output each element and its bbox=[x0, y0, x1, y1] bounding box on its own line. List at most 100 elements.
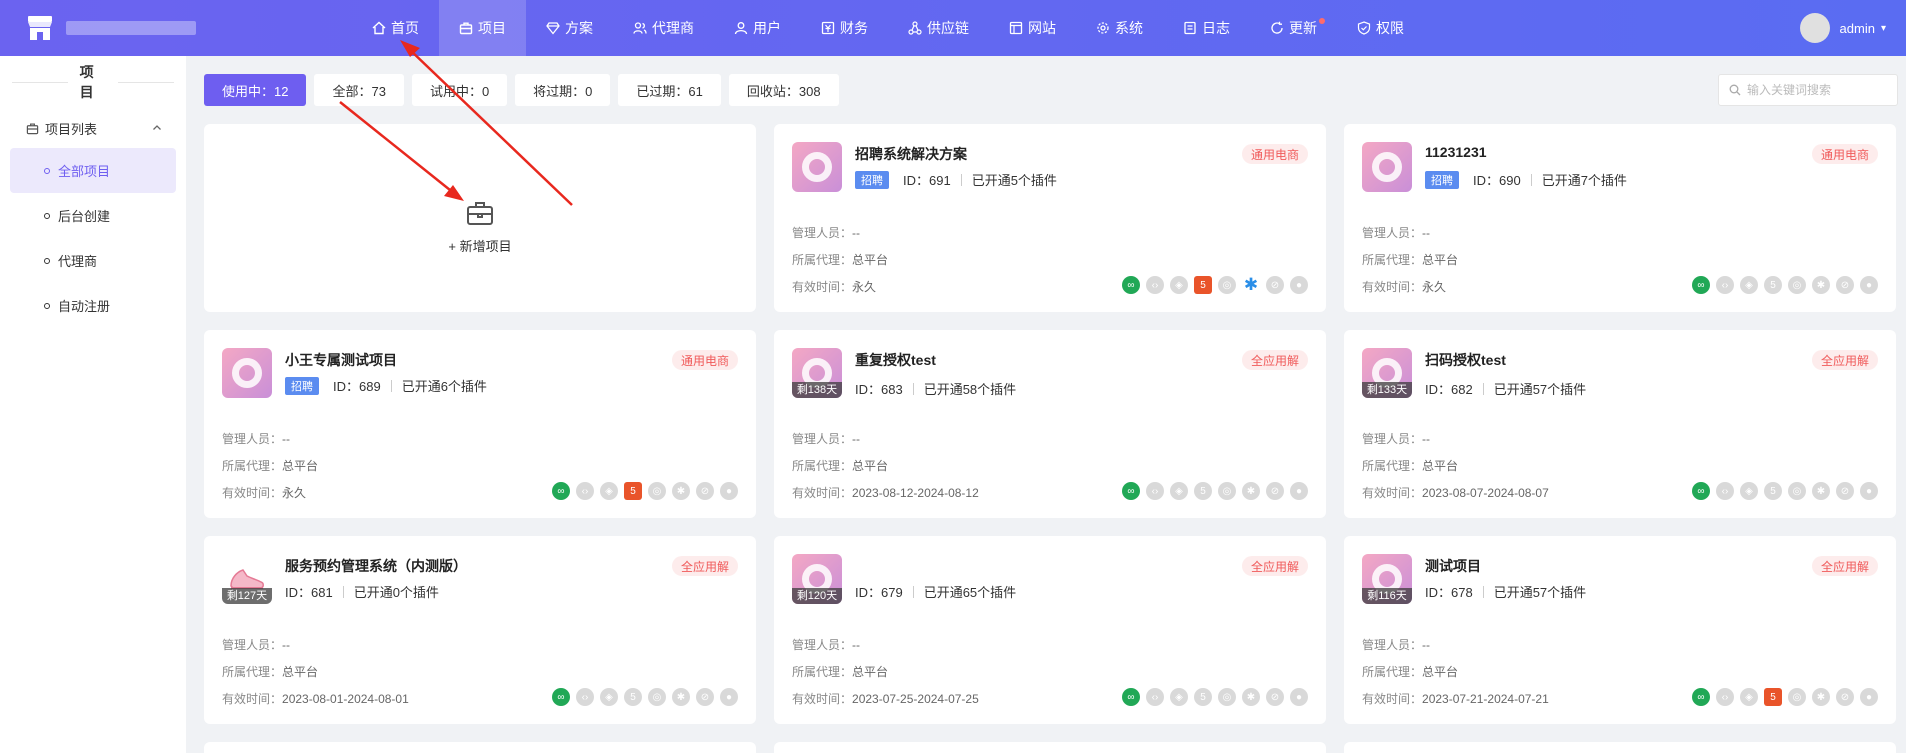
link-icon[interactable]: ∞ bbox=[1692, 688, 1710, 706]
sidebar-item-agent[interactable]: 代理商 bbox=[10, 238, 176, 283]
slash-icon[interactable]: ⊘ bbox=[1266, 276, 1284, 294]
chrome-icon[interactable]: ◎ bbox=[1788, 482, 1806, 500]
html5-icon[interactable]: 5 bbox=[1194, 276, 1212, 294]
html5-icon[interactable]: 5 bbox=[1764, 276, 1782, 294]
code-icon[interactable]: ‹› bbox=[1716, 276, 1734, 294]
chrome-icon[interactable]: ◎ bbox=[1788, 688, 1806, 706]
html5-icon[interactable]: 5 bbox=[1194, 482, 1212, 500]
filter-all[interactable]: 全部：73 bbox=[314, 74, 404, 106]
layers-icon[interactable]: ◈ bbox=[1740, 276, 1758, 294]
snowflake-icon[interactable]: ✱ bbox=[672, 688, 690, 706]
sidebar-group-project-list[interactable]: 项目列表 bbox=[0, 108, 186, 148]
link-icon[interactable]: ∞ bbox=[1692, 482, 1710, 500]
html5-icon[interactable]: 5 bbox=[1194, 688, 1212, 706]
project-card[interactable]: 剩116天 测试项目 全应用解 ID：678 已开通57个插件 管理人员：-- … bbox=[1344, 536, 1896, 724]
code-icon[interactable]: ‹› bbox=[1146, 688, 1164, 706]
project-card-partial[interactable] bbox=[774, 742, 1326, 753]
chrome-icon[interactable]: ◎ bbox=[1218, 482, 1236, 500]
user-menu[interactable]: admin ▾ bbox=[1799, 0, 1886, 56]
html5-icon[interactable]: 5 bbox=[624, 482, 642, 500]
layers-icon[interactable]: ◈ bbox=[600, 688, 618, 706]
filter-expiring[interactable]: 将过期：0 bbox=[515, 74, 611, 106]
nav-plan[interactable]: 方案 bbox=[526, 0, 613, 56]
slash-icon[interactable]: ⊘ bbox=[1266, 688, 1284, 706]
slash-icon[interactable]: ⊘ bbox=[696, 688, 714, 706]
nav-update[interactable]: 更新 bbox=[1250, 0, 1337, 56]
chrome-icon[interactable]: ◎ bbox=[1218, 276, 1236, 294]
layers-icon[interactable]: ◈ bbox=[1740, 688, 1758, 706]
code-icon[interactable]: ‹› bbox=[1716, 482, 1734, 500]
layers-icon[interactable]: ◈ bbox=[1170, 482, 1188, 500]
project-card-partial[interactable] bbox=[1344, 742, 1896, 753]
slash-icon[interactable]: ⊘ bbox=[696, 482, 714, 500]
layers-icon[interactable]: ◈ bbox=[1740, 482, 1758, 500]
html5-icon[interactable]: 5 bbox=[1764, 688, 1782, 706]
user-circle-icon[interactable]: ● bbox=[720, 688, 738, 706]
avatar[interactable] bbox=[1799, 13, 1830, 43]
nav-finance[interactable]: 财务 bbox=[801, 0, 888, 56]
project-card[interactable]: 剩120天 全应用解 ID：679 已开通65个插件 管理人员：-- 所属代理：… bbox=[774, 536, 1326, 724]
code-icon[interactable]: ‹› bbox=[576, 688, 594, 706]
sidebar-item-auto-register[interactable]: 自动注册 bbox=[10, 283, 176, 328]
code-icon[interactable]: ‹› bbox=[576, 482, 594, 500]
user-circle-icon[interactable]: ● bbox=[1860, 688, 1878, 706]
nav-website[interactable]: 网站 bbox=[989, 0, 1076, 56]
project-card[interactable]: 招聘系统解决方案 通用电商 招聘 ID：691 已开通5个插件 管理人员：-- … bbox=[774, 124, 1326, 312]
user-circle-icon[interactable]: ● bbox=[1290, 276, 1308, 294]
code-icon[interactable]: ‹› bbox=[1146, 482, 1164, 500]
html5-icon[interactable]: 5 bbox=[624, 688, 642, 706]
project-card-partial[interactable] bbox=[204, 742, 756, 753]
snowflake-icon[interactable]: ✱ bbox=[1242, 688, 1260, 706]
chrome-icon[interactable]: ◎ bbox=[648, 688, 666, 706]
project-card[interactable]: 小王专属测试项目 通用电商 招聘 ID：689 已开通6个插件 管理人员：-- … bbox=[204, 330, 756, 518]
nav-user[interactable]: 用户 bbox=[714, 0, 801, 56]
link-icon[interactable]: ∞ bbox=[552, 482, 570, 500]
filter-recycle-bin[interactable]: 回收站：308 bbox=[728, 74, 839, 106]
filter-trial[interactable]: 试用中：0 bbox=[411, 74, 508, 106]
nav-home[interactable]: 首页 bbox=[352, 0, 439, 56]
search-input[interactable] bbox=[1747, 83, 1887, 97]
nav-system[interactable]: 系统 bbox=[1076, 0, 1163, 56]
link-icon[interactable]: ∞ bbox=[1122, 688, 1140, 706]
link-icon[interactable]: ∞ bbox=[1122, 276, 1140, 294]
snowflake-icon[interactable]: ✱ bbox=[1242, 482, 1260, 500]
html5-icon[interactable]: 5 bbox=[1764, 482, 1782, 500]
user-circle-icon[interactable]: ● bbox=[1290, 688, 1308, 706]
snowflake-icon[interactable]: ✱ bbox=[672, 482, 690, 500]
nav-log[interactable]: 日志 bbox=[1163, 0, 1250, 56]
layers-icon[interactable]: ◈ bbox=[600, 482, 618, 500]
user-circle-icon[interactable]: ● bbox=[720, 482, 738, 500]
user-circle-icon[interactable]: ● bbox=[1860, 482, 1878, 500]
snowflake-icon[interactable]: ✱ bbox=[1812, 276, 1830, 294]
logo[interactable] bbox=[0, 0, 240, 56]
snowflake-icon[interactable]: ✱ bbox=[1812, 688, 1830, 706]
user-circle-icon[interactable]: ● bbox=[1290, 482, 1308, 500]
sidebar-item-backend-created[interactable]: 后台创建 bbox=[10, 193, 176, 238]
project-card[interactable]: 剩138天 重复授权test 全应用解 ID：683 已开通58个插件 管理人员… bbox=[774, 330, 1326, 518]
filter-in-use[interactable]: 使用中：12 bbox=[204, 74, 307, 106]
slash-icon[interactable]: ⊘ bbox=[1836, 688, 1854, 706]
chrome-icon[interactable]: ◎ bbox=[1218, 688, 1236, 706]
add-project-card[interactable]: + 新增项目 bbox=[204, 124, 756, 312]
slash-icon[interactable]: ⊘ bbox=[1836, 482, 1854, 500]
code-icon[interactable]: ‹› bbox=[1146, 276, 1164, 294]
sidebar-item-all-projects[interactable]: 全部项目 bbox=[10, 148, 176, 193]
project-card[interactable]: 剩133天 扫码授权test 全应用解 ID：682 已开通57个插件 管理人员… bbox=[1344, 330, 1896, 518]
snowflake-icon[interactable]: ✱ bbox=[1812, 482, 1830, 500]
nav-supply-chain[interactable]: 供应链 bbox=[888, 0, 989, 56]
filter-expired[interactable]: 已过期：61 bbox=[618, 74, 721, 106]
nav-permission[interactable]: 权限 bbox=[1337, 0, 1424, 56]
slash-icon[interactable]: ⊘ bbox=[1836, 276, 1854, 294]
project-card[interactable]: 11231231 通用电商 招聘 ID：690 已开通7个插件 管理人员：-- … bbox=[1344, 124, 1896, 312]
link-icon[interactable]: ∞ bbox=[552, 688, 570, 706]
snowflake-icon[interactable]: ✱ bbox=[1242, 275, 1260, 294]
chrome-icon[interactable]: ◎ bbox=[648, 482, 666, 500]
layers-icon[interactable]: ◈ bbox=[1170, 688, 1188, 706]
link-icon[interactable]: ∞ bbox=[1122, 482, 1140, 500]
project-card[interactable]: 剩127天 服务预约管理系统（内测版） 全应用解 ID：681 已开通0个插件 … bbox=[204, 536, 756, 724]
link-icon[interactable]: ∞ bbox=[1692, 276, 1710, 294]
chrome-icon[interactable]: ◎ bbox=[1788, 276, 1806, 294]
slash-icon[interactable]: ⊘ bbox=[1266, 482, 1284, 500]
layers-icon[interactable]: ◈ bbox=[1170, 276, 1188, 294]
nav-project[interactable]: 项目 bbox=[439, 0, 526, 56]
